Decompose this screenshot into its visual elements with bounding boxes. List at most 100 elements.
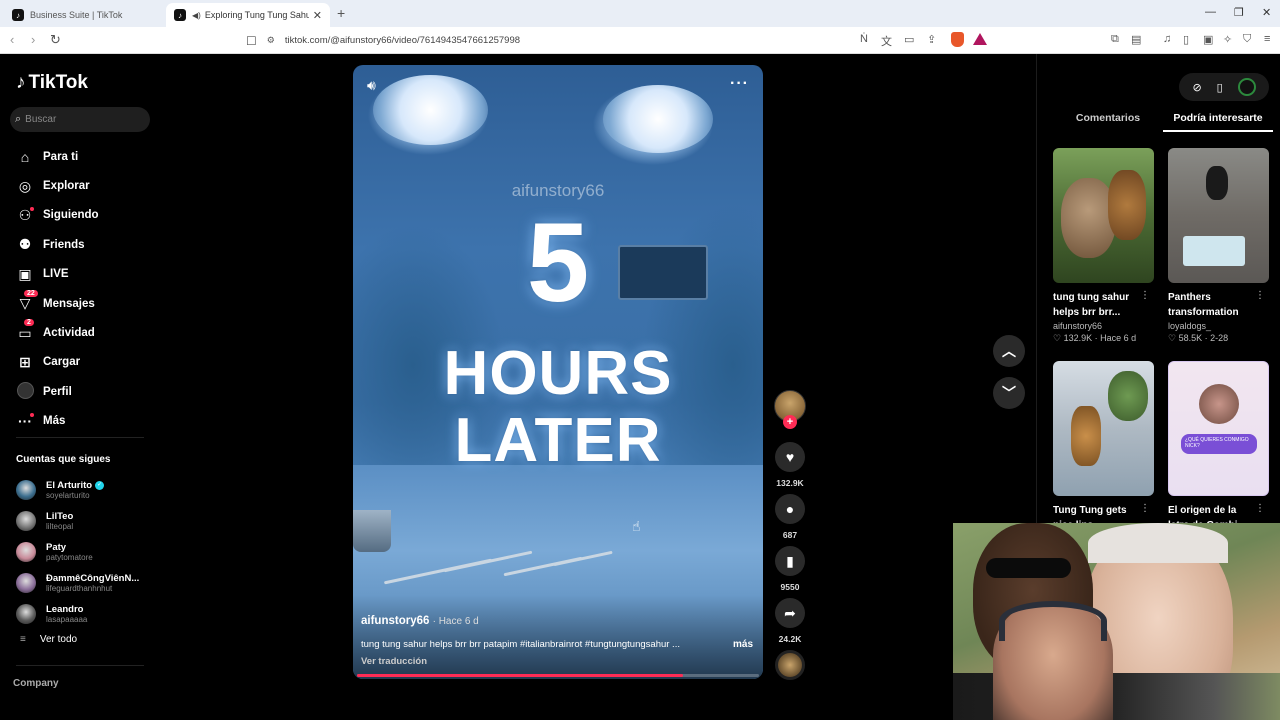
search-input[interactable]: ⌕ Buscar bbox=[10, 107, 150, 132]
progress-fill bbox=[357, 674, 683, 677]
sidebar-icon[interactable]: ▯ bbox=[1183, 33, 1189, 46]
close-window-button[interactable]: ✕ bbox=[1262, 6, 1271, 19]
main-nav: ⌂ Para ti ◎ Explorar ⚇ Siguiendo ⚉ Friends ▣ LIVE… bbox=[16, 142, 99, 436]
progress-bar[interactable] bbox=[357, 674, 759, 677]
menu-icon[interactable]: ≡ bbox=[1264, 33, 1270, 45]
video-thumbnail[interactable] bbox=[1053, 361, 1154, 496]
share-count: 24.2K bbox=[778, 634, 802, 644]
tab-comments[interactable]: Comentarios bbox=[1053, 110, 1163, 132]
card-date: 2-28 bbox=[1210, 333, 1229, 343]
panel-controls: ⊘ ▯ bbox=[1179, 73, 1269, 101]
new-tab-button[interactable]: + bbox=[337, 5, 345, 21]
sidebar-item-mensajes[interactable]: ▽ 22 Mensajes bbox=[16, 289, 99, 318]
like-button[interactable]: ♥ bbox=[775, 442, 805, 472]
sidebar-item-siguiendo[interactable]: ⚇ Siguiendo bbox=[16, 201, 99, 230]
url-text[interactable]: tiktok.com/@aifunstory66/video/761494354… bbox=[285, 35, 520, 46]
card-menu-icon[interactable]: ⋮ bbox=[1140, 290, 1150, 301]
following-account[interactable]: Leandro lasapaaaaa bbox=[16, 598, 139, 629]
blue-cloth bbox=[1183, 236, 1245, 266]
phone-icon[interactable]: ▯ bbox=[1217, 81, 1223, 94]
previous-video-button[interactable]: ︿ bbox=[993, 335, 1025, 367]
sidebar-item-para-ti[interactable]: ⌂ Para ti bbox=[16, 142, 99, 171]
brave-shield-icon[interactable] bbox=[951, 32, 964, 47]
close-tab-icon[interactable]: ✕ bbox=[313, 9, 322, 22]
bookmark-icon[interactable]: ☐ bbox=[246, 34, 257, 48]
card-menu-icon[interactable]: ⋮ bbox=[1255, 290, 1265, 301]
extensions-icon[interactable]: ⧉ bbox=[1111, 33, 1119, 46]
video-thumbnail[interactable]: ¿QUÉ QUIERES CONMIGO NICK? bbox=[1168, 361, 1269, 496]
browser-tab-business-suite[interactable]: ♪ Business Suite | TikTok bbox=[4, 3, 164, 27]
browser-toolbar: ‹ › ↻ ☐ ⚙ tiktok.com/@aifunstory66/video… bbox=[0, 27, 1280, 54]
more-options-icon[interactable]: ··· bbox=[730, 75, 749, 93]
sidebar-item-perfil[interactable]: Perfil bbox=[16, 377, 99, 406]
divider bbox=[16, 437, 144, 438]
following-account[interactable]: LilTeo lilteopal bbox=[16, 505, 139, 536]
user-avatar[interactable] bbox=[1237, 78, 1256, 96]
card-user[interactable]: aifunstory66 bbox=[1053, 321, 1154, 331]
author-name[interactable]: aifunstory66 bbox=[361, 615, 429, 627]
translate-icon[interactable]: 文 bbox=[881, 33, 892, 49]
forward-icon[interactable]: › bbox=[31, 32, 35, 47]
sidebar-item-explorar[interactable]: ◎ Explorar bbox=[16, 171, 99, 200]
surgical-lamp bbox=[373, 75, 488, 145]
back-icon[interactable]: ‹ bbox=[10, 32, 14, 47]
video-player[interactable]: aifunstory66 5 HOURS LATER 🔊︎ ··· aifuns… bbox=[353, 65, 763, 679]
audio-playing-icon[interactable]: ◀) bbox=[192, 11, 201, 20]
tab-suggestions[interactable]: Podría interesarte bbox=[1163, 110, 1273, 132]
see-all-button[interactable]: ≡ Ver todo bbox=[20, 634, 77, 645]
following-account[interactable]: El Arturito ✓ soyelarturito bbox=[16, 474, 139, 505]
compass-icon[interactable]: ⊘ bbox=[1192, 81, 1201, 94]
suggested-video-card[interactable]: ⋮ tung tung sahur helps brr brr... aifun… bbox=[1053, 148, 1154, 344]
card-menu-icon[interactable]: ⋮ bbox=[1255, 503, 1265, 514]
brave-rewards-icon[interactable] bbox=[973, 33, 987, 45]
suggested-video-card[interactable]: ¿QUÉ QUIERES CONMIGO NICK? ⋮ El origen d… bbox=[1168, 361, 1269, 533]
card-menu-icon[interactable]: ⋮ bbox=[1140, 503, 1150, 514]
company-link[interactable]: Company bbox=[13, 678, 59, 689]
browser-tab-video[interactable]: ♪ ◀) Exploring Tung Tung Sahur: T ✕ bbox=[166, 3, 330, 27]
sidebar-item-cargar[interactable]: ⊞ Cargar bbox=[16, 348, 99, 377]
video-thumbnail[interactable] bbox=[1168, 148, 1269, 283]
minimize-button[interactable]: — bbox=[1205, 6, 1216, 18]
overlay-line: LATER bbox=[454, 406, 662, 475]
suggested-video-card[interactable]: ⋮ Panthers transformation loyaldogs_ ♡ 5… bbox=[1168, 148, 1269, 344]
leo-ai-icon[interactable]: ✧ bbox=[1223, 33, 1232, 46]
sidebar-item-label: LIVE bbox=[43, 268, 69, 281]
sidebar-item-live[interactable]: ▣ LIVE bbox=[16, 260, 99, 289]
next-video-button[interactable]: ﹀ bbox=[993, 377, 1025, 409]
panel-tabs: Comentarios Podría interesarte bbox=[1053, 110, 1273, 132]
volume-icon[interactable]: 🔊︎ bbox=[367, 77, 376, 94]
video-author[interactable]: aifunstory66 · Hace 6 d bbox=[361, 615, 479, 627]
character-figure bbox=[1108, 170, 1146, 240]
media-icon[interactable]: ♫ bbox=[1163, 33, 1171, 45]
card-stats: ♡ 58.5K · 2-28 bbox=[1168, 333, 1229, 343]
sidebar-item-actividad[interactable]: ▭ 2 Actividad bbox=[16, 318, 99, 347]
no-translate-icon[interactable]: Ṅ bbox=[860, 33, 868, 45]
tiktok-logo[interactable]: ♪ TikTok bbox=[16, 72, 88, 94]
follow-plus-icon[interactable]: + bbox=[783, 415, 797, 429]
reload-icon[interactable]: ↻ bbox=[50, 32, 61, 48]
cast-icon[interactable]: ▭ bbox=[904, 33, 914, 46]
tab-search-icon[interactable]: ▤ bbox=[1131, 33, 1141, 46]
sidebar-item-m-s[interactable]: ··· Más bbox=[16, 407, 99, 436]
following-account[interactable]: Paty patytomatore bbox=[16, 536, 139, 567]
more-caption-button[interactable]: más bbox=[733, 639, 753, 650]
video-thumbnail[interactable] bbox=[1053, 148, 1154, 283]
person-hair bbox=[1088, 523, 1228, 563]
vpn-icon[interactable]: ⛉ bbox=[1243, 33, 1251, 46]
suggested-video-card[interactable]: ⋮ Tung Tung gets nice lips bbox=[1053, 361, 1154, 533]
wallet-icon[interactable]: ▣ bbox=[1203, 33, 1213, 46]
save-button[interactable]: ▮ bbox=[775, 546, 805, 576]
card-user[interactable]: loyaldogs_ bbox=[1168, 321, 1269, 331]
site-settings-icon[interactable]: ⚙ bbox=[267, 35, 275, 46]
account-name: LilTeo bbox=[46, 510, 74, 522]
music-disc-icon[interactable] bbox=[775, 650, 805, 680]
share-icon[interactable]: ⇪ bbox=[927, 33, 936, 46]
restore-button[interactable]: ❐ bbox=[1234, 6, 1244, 19]
comment-button[interactable]: ● bbox=[775, 494, 805, 524]
heart-icon: ♥ bbox=[785, 449, 795, 465]
translate-button[interactable]: Ver traducción bbox=[361, 656, 427, 667]
sidebar-item-friends[interactable]: ⚉ Friends bbox=[16, 230, 99, 259]
following-account[interactable]: ĐammêCôngViênN... lifeguardthanhnhut bbox=[16, 567, 139, 598]
chevron-up-icon: ︿ bbox=[1002, 343, 1016, 359]
share-button[interactable]: ➦ bbox=[775, 598, 805, 628]
